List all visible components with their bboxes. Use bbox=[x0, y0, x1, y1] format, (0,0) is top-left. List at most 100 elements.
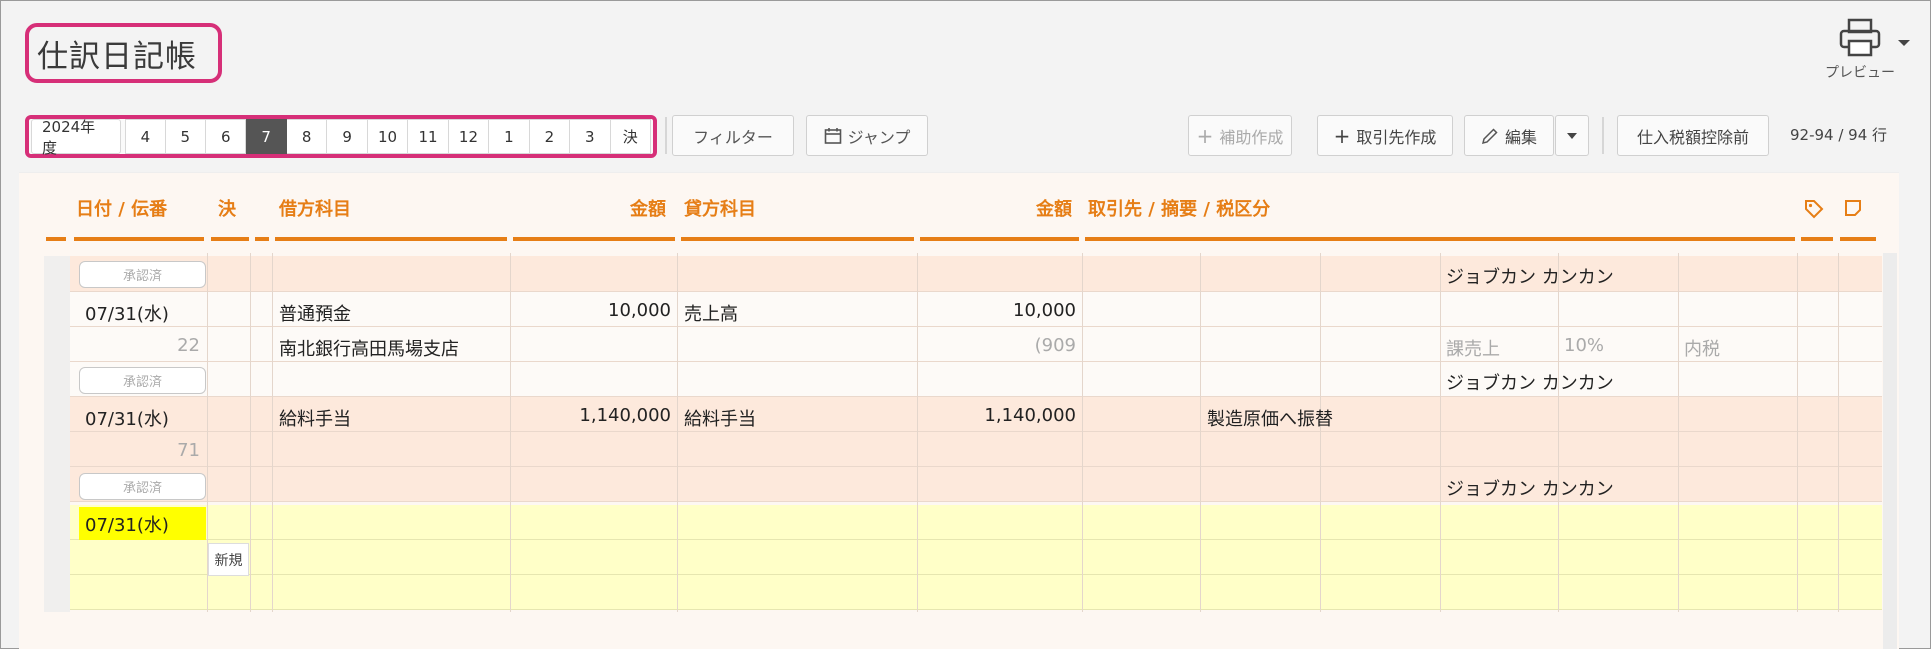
header-underline bbox=[920, 237, 1079, 241]
column-divider bbox=[1838, 253, 1839, 612]
month-button-1[interactable]: 1 bbox=[489, 119, 530, 154]
table-row[interactable] bbox=[70, 432, 1882, 467]
column-divider bbox=[250, 253, 251, 612]
month-button-8[interactable]: 8 bbox=[286, 119, 328, 154]
preview-label: プレビュー bbox=[1825, 65, 1895, 81]
entry-date[interactable]: 07/31(水) bbox=[85, 405, 169, 431]
table-row[interactable] bbox=[70, 575, 1882, 610]
tax-rate[interactable]: 10% bbox=[1564, 335, 1604, 356]
filter-button[interactable]: フィルター bbox=[672, 115, 794, 156]
column-divider bbox=[917, 253, 918, 612]
jump-label: ジャンプ bbox=[847, 127, 911, 147]
partner-create-button[interactable]: + 取引先作成 bbox=[1317, 115, 1453, 156]
jump-button[interactable]: ジャンプ bbox=[806, 115, 928, 156]
credit-sub-account[interactable]: (909 bbox=[1035, 335, 1076, 356]
header-underline bbox=[1085, 237, 1795, 241]
memo-text[interactable]: 製造原価へ振替 bbox=[1207, 405, 1333, 431]
note-icon[interactable] bbox=[1843, 198, 1863, 218]
plus-icon: + bbox=[1333, 123, 1351, 148]
tax-mode-button[interactable]: 仕入税額控除前 bbox=[1617, 115, 1769, 156]
slip-number: 22 bbox=[177, 335, 200, 356]
header-underline bbox=[74, 237, 204, 241]
column-divider bbox=[1440, 253, 1441, 612]
tax-mode-label: 仕入税額控除前 bbox=[1636, 127, 1749, 147]
month-button-2[interactable]: 2 bbox=[529, 119, 571, 154]
approved-badge: 承認済 bbox=[79, 261, 206, 288]
column-divider bbox=[1797, 253, 1798, 612]
column-divider bbox=[1082, 253, 1083, 612]
column-divider bbox=[677, 253, 678, 612]
partner-name[interactable]: ジョブカン カンカン bbox=[1446, 263, 1614, 289]
vertical-scrollbar[interactable] bbox=[1883, 253, 1897, 649]
column-divider bbox=[1320, 253, 1321, 612]
preview-dropdown-icon[interactable] bbox=[1898, 40, 1910, 46]
tax-category[interactable]: 課売上 bbox=[1446, 335, 1500, 361]
header-underline bbox=[255, 237, 269, 241]
header-credit-amount: 金額 bbox=[1036, 199, 1072, 220]
month-button-9[interactable]: 9 bbox=[327, 119, 368, 154]
credit-account[interactable]: 売上高 bbox=[684, 300, 738, 326]
aux-create-label: 補助作成 bbox=[1219, 127, 1284, 147]
credit-account[interactable]: 給料手当 bbox=[684, 405, 756, 431]
header-date: 日付 / 伝番 bbox=[76, 199, 168, 220]
column-divider bbox=[510, 253, 511, 612]
aux-create-button[interactable]: + 補助作成 bbox=[1188, 115, 1292, 156]
debit-amount[interactable]: 10,000 bbox=[608, 300, 671, 321]
column-divider bbox=[1558, 253, 1559, 612]
tag-icon[interactable] bbox=[1803, 198, 1825, 220]
month-button-6[interactable]: 6 bbox=[206, 119, 247, 154]
month-button-7[interactable]: 7 bbox=[246, 119, 287, 154]
approved-badge: 承認済 bbox=[79, 367, 206, 394]
edit-button[interactable]: 編集 bbox=[1464, 115, 1554, 156]
header-debit-amount: 金額 bbox=[630, 199, 666, 220]
edit-dropdown-button[interactable] bbox=[1555, 115, 1589, 156]
month-button-4[interactable]: 4 bbox=[125, 119, 166, 154]
partner-name[interactable]: ジョブカン カンカン bbox=[1446, 369, 1614, 395]
approved-badge: 承認済 bbox=[79, 473, 206, 500]
row-gutter bbox=[44, 256, 70, 612]
month-button-5[interactable]: 5 bbox=[165, 119, 207, 154]
plus-icon: + bbox=[1196, 123, 1214, 148]
header-underline bbox=[46, 237, 66, 241]
debit-account[interactable]: 給料手当 bbox=[279, 405, 351, 431]
month-button-10[interactable]: 10 bbox=[367, 119, 409, 154]
edit-label: 編集 bbox=[1504, 127, 1537, 147]
table-row[interactable] bbox=[70, 540, 1882, 575]
debit-sub-account[interactable]: 南北銀行高田馬場支店 bbox=[279, 335, 459, 361]
new-entry-label: 新規 bbox=[208, 543, 249, 576]
printer-icon bbox=[1839, 18, 1881, 57]
calendar-icon bbox=[824, 127, 841, 144]
chevron-down-icon bbox=[1567, 132, 1577, 139]
debit-account[interactable]: 普通預金 bbox=[279, 300, 351, 326]
row-count: 92-94 / 94 行 bbox=[1790, 126, 1888, 144]
entry-date[interactable]: 07/31(水) bbox=[85, 300, 169, 326]
header-underline bbox=[1840, 237, 1876, 241]
month-selector: 2024年度 4 5 6 7 8 9 10 11 12 1 2 3 決 bbox=[25, 115, 657, 158]
column-divider bbox=[1678, 253, 1679, 612]
page-title: 仕訳日記帳 bbox=[37, 38, 197, 75]
header-partner: 取引先 / 摘要 / 税区分 bbox=[1088, 199, 1271, 220]
filter-label: フィルター bbox=[693, 127, 773, 147]
table-row[interactable] bbox=[70, 505, 1882, 540]
header-credit-account: 貸方科目 bbox=[684, 199, 756, 220]
month-button-11[interactable]: 11 bbox=[408, 119, 449, 154]
tax-type[interactable]: 内税 bbox=[1684, 335, 1720, 361]
partner-create-label: 取引先作成 bbox=[1356, 127, 1437, 147]
preview-button[interactable]: プレビュー bbox=[1810, 18, 1910, 94]
column-divider bbox=[1200, 253, 1201, 612]
column-divider bbox=[272, 253, 273, 612]
pencil-icon bbox=[1481, 127, 1498, 144]
header-underline bbox=[1801, 237, 1833, 241]
new-entry-date[interactable]: 07/31(水) bbox=[79, 507, 206, 540]
month-button-3[interactable]: 3 bbox=[570, 119, 611, 154]
credit-amount[interactable]: 10,000 bbox=[1013, 300, 1076, 321]
page-title-box: 仕訳日記帳 bbox=[25, 23, 222, 83]
header-underline bbox=[681, 237, 914, 241]
header-debit-account: 借方科目 bbox=[279, 199, 351, 220]
debit-amount[interactable]: 1,140,000 bbox=[579, 405, 671, 426]
partner-name[interactable]: ジョブカン カンカン bbox=[1446, 475, 1614, 501]
credit-amount[interactable]: 1,140,000 bbox=[984, 405, 1076, 426]
fiscal-year-button[interactable]: 2024年度 bbox=[31, 118, 122, 157]
month-button-12[interactable]: 12 bbox=[448, 119, 490, 154]
month-button-settlement[interactable]: 決 bbox=[610, 119, 651, 154]
